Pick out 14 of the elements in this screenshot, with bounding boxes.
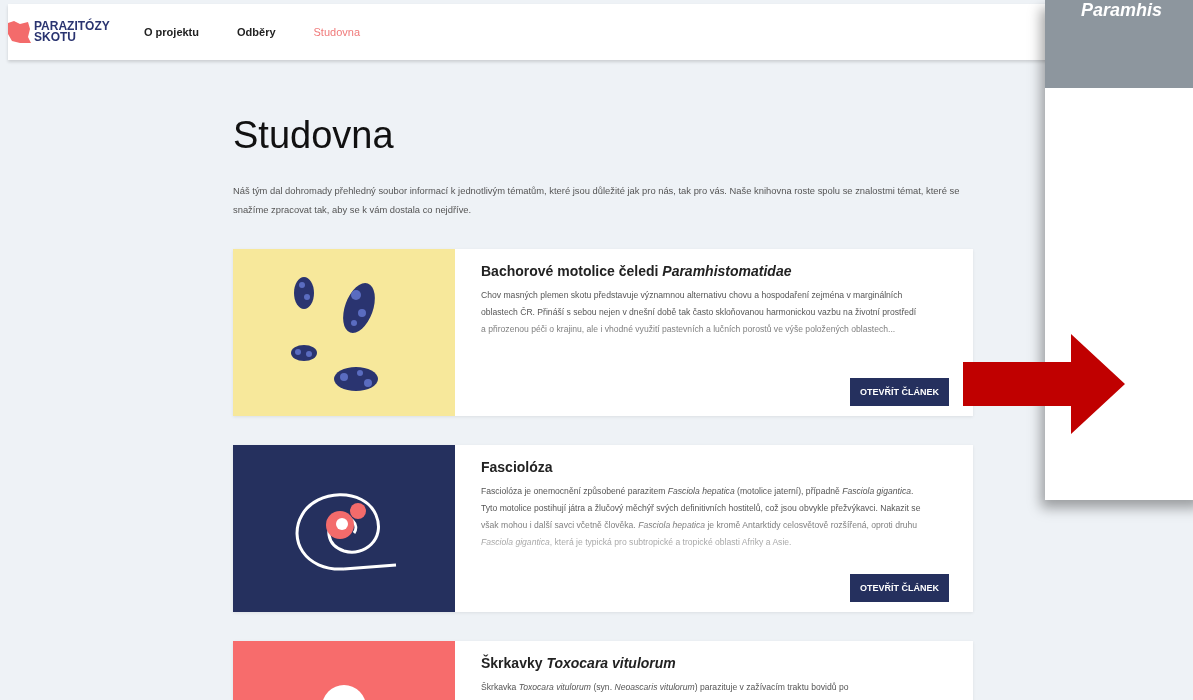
intro-paragraph: Náš tým dal dohromady přehledný soubor informací k jednotlivým tématům, které jsou důležité jak pro nás, tak pro vás. Naše knihovna roste spolu se znalostmi témat, které se snažíme zpracovat tak, aby se k vám dostala co nejdříve. [233, 184, 961, 217]
article-excerpt: Chov masných plemen skotu představuje významnou alternativu chovu a hospodaření zejména v marginálních oblastech ČR. Přináší s sebou nejen v dnešní době tak často skloňovanou harmonickou vazbu na životní prostředí a přirozenou péči o krajinu, ale i vhodné využití pastevních a lučních porostů ve výše položených oblastech... [481, 289, 918, 336]
logo-text[interactable]: SKOTU [34, 32, 110, 43]
article-title: Bachorové motolice čeledi Paramhistomatidae [481, 263, 793, 279]
open-article-button[interactable]: OTEVŘÍT ČLÁNEK [850, 378, 949, 406]
open-article-button[interactable]: OTEVŘÍT ČLÁNEK [850, 574, 949, 602]
preview-caption: Paramhis [1081, 0, 1163, 20]
article-excerpt: Škrkavka Toxocara vitulorum (syn. Neoascaris vitulorum) parazituje v zažívacím traktu bovidů po [481, 681, 850, 694]
nav-link[interactable]: O projektu [144, 26, 199, 38]
article-title: Škrkavky Toxocara vitulorum [481, 655, 677, 671]
page-title: Studovna [233, 114, 395, 157]
article-excerpt: Fasciolóza je onemocnění způsobené parazitem Fasciola hepatica (motolice jaterní), případně Fasciola gigantica. Tyto motolice postihují játra a žlučový měchýř svých definitivních hostitelů, což jsou obvykle přežvýkavci. Nakazit se však mohou i další savci včetně člověka. Fasciola hepatica je kromě Antarktidy celosvětově rozšířená, oproti druhu Fasciola gigantica, která je typická pro subtropické a tropické oblasti Afriky a Asie. [481, 485, 921, 549]
nav-link[interactable]: Odběry [237, 26, 276, 38]
article-title: Fasciolóza [481, 459, 554, 475]
